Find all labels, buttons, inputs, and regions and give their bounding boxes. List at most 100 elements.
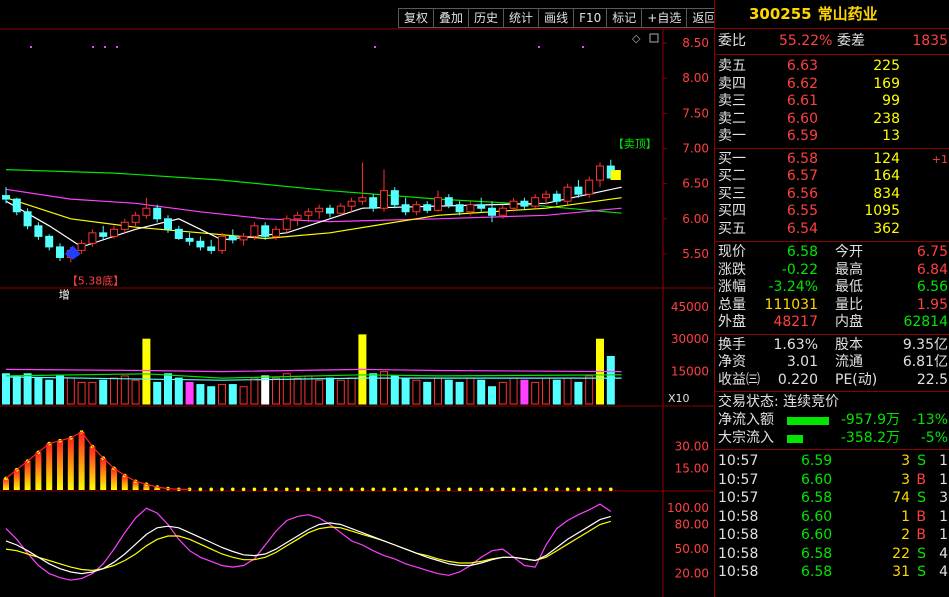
ask-row[interactable]: 卖二 6.60 238 <box>715 111 949 129</box>
candle-body <box>120 221 129 230</box>
ind2-tick-label: 80.00 <box>675 518 709 532</box>
toolbar-button-6[interactable]: 标记 <box>606 8 642 28</box>
ind1-point <box>565 487 570 492</box>
ind1-point <box>468 487 473 492</box>
volume-unit: X10 <box>668 392 690 405</box>
volume-chart[interactable] <box>2 334 622 405</box>
ind1-point <box>609 487 613 492</box>
indicator1-chart[interactable] <box>3 430 613 492</box>
candle-body <box>34 225 43 237</box>
ind2-d-line <box>5 520 611 572</box>
volume-ma-line <box>5 368 622 373</box>
tick-side: B <box>916 508 926 525</box>
bid-price: 6.57 <box>786 168 818 184</box>
tick-volume: 74 <box>892 490 910 506</box>
ind2-tick-label: 50.00 <box>675 542 709 556</box>
price-chart[interactable]: 【5.38底】增 【卖顶】 <box>2 138 657 302</box>
volume-tick-label: 30000 <box>671 332 709 346</box>
volume-bar <box>218 384 226 405</box>
tick-time: 10:57 <box>718 453 759 469</box>
ind1-bar <box>46 443 53 490</box>
ind1-point <box>285 487 289 492</box>
indicator2-chart[interactable] <box>5 503 612 581</box>
ind1-point <box>403 487 408 492</box>
tick-row[interactable]: 10:58 6.60 2 B 1 <box>715 526 949 545</box>
tick-row[interactable]: 10:58 6.58 22 S 4 <box>715 545 949 564</box>
toolbar-button-5[interactable]: F10 <box>573 8 607 28</box>
candle-body <box>326 207 334 214</box>
price-tick-label: 8.00 <box>682 71 709 85</box>
volume-bar <box>390 375 399 405</box>
bid-row[interactable]: 买五 6.54 362 <box>715 221 949 239</box>
tick-row[interactable]: 10:58 6.58 31 S 4 <box>715 563 949 582</box>
quote-label: 最高 <box>835 261 863 278</box>
volume-bar <box>66 377 75 405</box>
bid-row[interactable]: 买一 6.58 124 +1 <box>715 151 949 169</box>
tick-price: 6.58 <box>801 490 833 506</box>
toolbar-button-7[interactable]: +自选 <box>641 8 687 28</box>
bid-row[interactable]: 买三 6.56 834 <box>715 186 949 204</box>
ask-row[interactable]: 卖四 6.62 169 <box>715 76 949 94</box>
quote-value: -0.22 <box>781 261 818 278</box>
tick-row[interactable]: 10:57 6.60 3 B 1 <box>715 471 949 490</box>
ind1-point <box>252 487 257 492</box>
tick-row[interactable]: 10:57 6.58 74 S 3 <box>715 489 949 508</box>
flow-pct: -13% <box>911 412 948 428</box>
ask-row[interactable]: 卖一 6.59 13 <box>715 128 949 146</box>
candle-body <box>56 246 64 258</box>
volume-bar <box>196 384 205 405</box>
marker-dot <box>30 46 32 48</box>
candle-body <box>196 240 205 248</box>
tick-volume: 22 <box>892 545 910 562</box>
tick-price: 6.58 <box>801 545 833 562</box>
fund-label: 收益㈢ <box>718 371 760 388</box>
bid-price: 6.55 <box>786 203 818 219</box>
candle-body <box>401 204 410 213</box>
toolbar-button-1[interactable]: 叠加 <box>433 8 469 28</box>
bid-row[interactable]: 买四 6.55 1095 <box>715 203 949 221</box>
tick-side: S <box>917 453 926 469</box>
ask-price: 6.63 <box>786 58 818 74</box>
weicha-label: 委差 <box>837 33 865 49</box>
ask-row[interactable]: 卖五 6.63 225 <box>715 58 949 76</box>
toolbar-button-2[interactable]: 历史 <box>468 8 504 28</box>
ind2-j-line <box>5 515 611 575</box>
candle-body <box>412 204 421 213</box>
candle-body <box>336 205 345 214</box>
ind1-point <box>241 487 246 492</box>
ask-price: 6.59 <box>786 128 818 144</box>
quote-row: 涨幅 -3.24% 最低 6.56 <box>715 279 949 297</box>
candle-body <box>23 211 32 227</box>
candle-body <box>2 195 10 200</box>
volume-bar <box>131 379 140 405</box>
ask-row[interactable]: 卖三 6.61 99 <box>715 93 949 111</box>
candle-body <box>488 207 496 216</box>
ind2-tick-label: 100.00 <box>667 501 709 515</box>
tick-row[interactable]: 10:58 6.60 1 B 1 <box>715 508 949 527</box>
candle-body <box>509 200 518 209</box>
toolbar-button-0[interactable]: 复权 <box>398 8 434 28</box>
ind1-bar <box>57 440 63 490</box>
kline-chart[interactable]: 8.50 8.00 7.50 7.00 6.50 6.00 5.50 45000 30000 15… <box>0 0 714 597</box>
candle-body <box>174 228 183 239</box>
candle-body <box>498 207 507 216</box>
ask-label: 卖二 <box>718 110 746 127</box>
tick-list[interactable]: 10:57 6.59 3 S 1 10:57 6.60 3 B 1 10:57 6.58 74 S 3 10:… <box>715 450 949 582</box>
candle-body <box>358 197 367 202</box>
quote-label: 现价 <box>718 244 746 260</box>
ind1-point <box>328 487 332 492</box>
bid-change: +1 <box>931 152 948 166</box>
bid-row[interactable]: 买二 6.57 164 <box>715 168 949 186</box>
quote-value: 6.58 <box>786 244 818 260</box>
volume-bar <box>380 371 388 405</box>
ind1-point <box>501 487 505 492</box>
candle-body <box>272 228 280 237</box>
tick-row[interactable]: 10:57 6.59 3 S 1 <box>715 452 949 471</box>
volume-bar <box>120 375 129 405</box>
quote-label: 最低 <box>835 279 863 295</box>
toolbar-button-4[interactable]: 画线 <box>538 8 574 28</box>
ask-volume: 169 <box>873 75 900 92</box>
toolbar-button-3[interactable]: 统计 <box>503 8 539 28</box>
ind1-point <box>555 487 559 492</box>
tick-count: 1 <box>939 508 948 525</box>
